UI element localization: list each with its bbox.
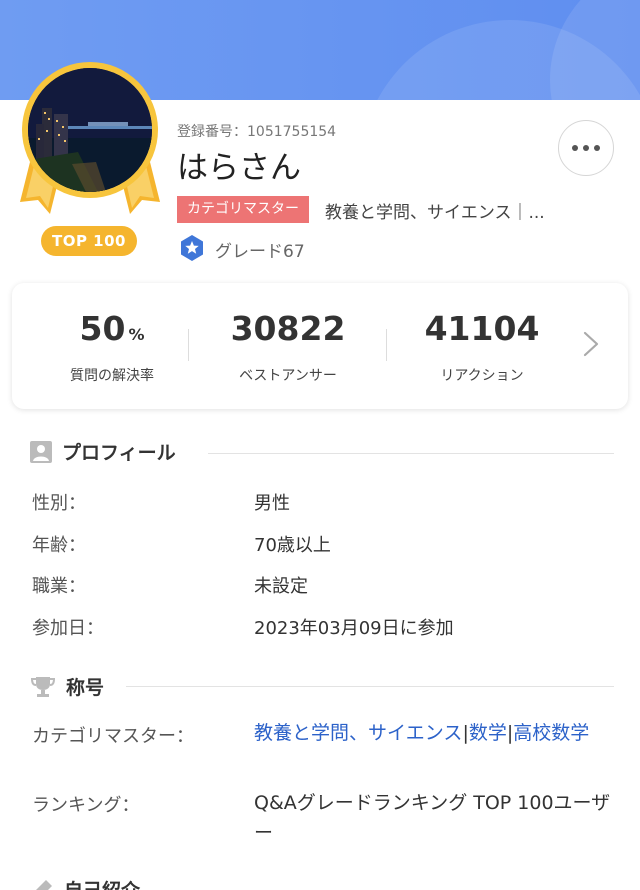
category-master-label: カテゴリマスター：: [32, 726, 194, 747]
pencil-icon: [35, 879, 52, 890]
divider: [126, 686, 614, 687]
join-date-value: 2023年03月09日に参加: [254, 618, 454, 639]
profile-section-title: プロフィール: [62, 442, 176, 464]
stat-value: 50: [79, 309, 126, 348]
age-label: 年齢：: [32, 535, 86, 556]
category-link-math[interactable]: 数学: [469, 722, 507, 744]
category-master-links: 教養と学問、サイエンス|数学|高校数学: [254, 718, 614, 748]
trophy-icon: [30, 676, 56, 697]
more-options-button[interactable]: [558, 120, 614, 176]
stat-unit: %: [128, 325, 145, 344]
occupation-label: 職業：: [32, 576, 86, 597]
stats-card[interactable]: 50% 質問の解決率 30822 ベストアンサー 41104 リアクション: [12, 283, 628, 409]
category-master-badge: カテゴリマスター: [177, 196, 309, 223]
registration-number: 登録番号：1051755154: [177, 124, 337, 140]
join-date-label: 参加日：: [32, 618, 104, 639]
stat-divider: [386, 329, 387, 361]
gender-value: 男性: [254, 493, 290, 514]
titles-section-header: 称号: [30, 673, 104, 700]
more-dots-icon: [572, 145, 600, 151]
stat-label: ベストアンサー: [239, 368, 337, 384]
grade-star-icon: [181, 235, 203, 261]
occupation-value: 未設定: [254, 576, 308, 597]
user-name: はらさん: [177, 150, 301, 186]
chevron-right-icon[interactable]: [582, 330, 600, 358]
divider: [208, 453, 614, 454]
self-intro-section-header: 自己紹介: [30, 876, 140, 890]
top-100-badge: TOP 100: [41, 226, 137, 256]
gender-label: 性別：: [32, 493, 86, 514]
stat-label: リアクション: [440, 368, 524, 384]
stat-value: 30822: [230, 309, 346, 348]
titles-section-title: 称号: [66, 677, 105, 699]
self-intro-section-title: 自己紹介: [64, 876, 140, 890]
avatar-night-city-image: [28, 68, 152, 192]
ranking-value: Q&Aグレードランキング TOP 100ユーザー: [254, 792, 611, 844]
grade-level: グレード67: [215, 242, 305, 262]
category-link-liberal-arts-science[interactable]: 教養と学問、サイエンス: [254, 722, 462, 744]
stat-label: 質問の解決率: [70, 368, 154, 384]
category-summary[interactable]: 教養と学問、サイエンス｜...: [325, 198, 545, 223]
profile-user-icon: [30, 440, 52, 463]
avatar: [28, 68, 152, 192]
category-link-high-school-math[interactable]: 高校数学: [513, 722, 589, 744]
ranking-label: ランキング：: [32, 795, 140, 816]
profile-section-header: プロフィール: [30, 438, 176, 465]
stat-value: 41104: [424, 309, 540, 348]
age-value: 70歳以上: [254, 535, 331, 556]
avatar-medal[interactable]: TOP 100: [20, 62, 160, 262]
stat-divider: [188, 329, 189, 361]
banner-decoration: [550, 0, 640, 100]
